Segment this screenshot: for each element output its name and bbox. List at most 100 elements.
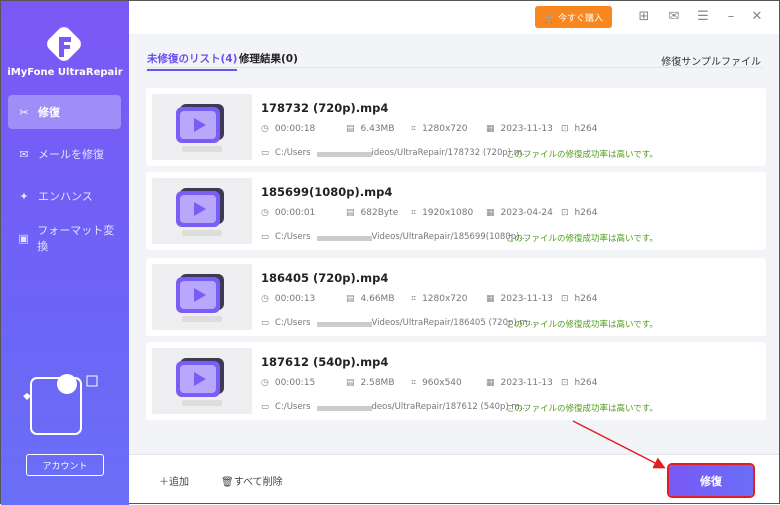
codec-icon: ⊡ xyxy=(561,378,569,388)
file-name: 186405 (720p).mp4 xyxy=(261,271,389,285)
file-size: ▤ 682Byte xyxy=(346,208,399,218)
sidebar-item-format-convert[interactable]: ▣ フォーマット変換 xyxy=(8,221,121,255)
clock-icon: ◷ xyxy=(261,124,269,134)
crop-icon: ⌗ xyxy=(411,378,417,388)
folder-icon: ▭ xyxy=(261,402,270,412)
plus-icon: ＋ xyxy=(159,477,169,488)
resolution: ⌗ 1280x720 xyxy=(411,124,468,134)
resolution: ⌗ 960x540 xyxy=(411,378,462,388)
video-thumbnail xyxy=(152,348,252,414)
calendar-icon: ▦ xyxy=(486,208,495,218)
date: ▦ 2023-04-24 xyxy=(486,208,553,218)
app-logo xyxy=(47,27,81,61)
duration: ◷ 00:00:15 xyxy=(261,378,316,388)
close-icon[interactable]: ✕ xyxy=(749,9,765,25)
codec: ⊡ h264 xyxy=(561,208,598,218)
duration: ◷ 00:00:01 xyxy=(261,208,316,218)
minimize-icon[interactable]: – xyxy=(723,9,739,25)
grid-icon[interactable]: ⊞ xyxy=(636,9,652,25)
buy-now-button[interactable]: 🛒 今すぐ購入 xyxy=(535,6,612,28)
sidebar-item-mail-repair[interactable]: ✉ メールを修復 xyxy=(8,137,121,171)
trash-icon: 🗑 xyxy=(221,477,234,488)
codec: ⊡ h264 xyxy=(561,378,598,388)
file-size: ▤ 2.58MB xyxy=(346,378,395,388)
codec: ⊡ h264 xyxy=(561,124,598,134)
file-icon: ▤ xyxy=(346,208,355,218)
file-path: ▭ C:/Users Videos/UltraRepair/185699(1080p… xyxy=(261,232,531,242)
add-button[interactable]: ＋追加 xyxy=(159,473,189,488)
folder-icon: ▭ xyxy=(261,318,270,328)
cart-icon: 🛒 xyxy=(543,13,559,24)
calendar-icon: ▦ xyxy=(486,378,495,388)
folder-icon: ▭ xyxy=(261,232,270,242)
sidebar-item-label: エンハンス xyxy=(38,190,93,203)
sidebar: iMyFone UltraRepair ✂ 修復 ✉ メールを修復 ✦ エンハンス ▣… xyxy=(1,1,129,505)
redacted xyxy=(316,322,372,327)
sample-files-link[interactable]: 修復サンプルファイル xyxy=(661,53,761,68)
resolution: ⌗ 1280x720 xyxy=(411,294,468,304)
tools-icon: ✂ xyxy=(19,105,29,119)
file-size: ▤ 4.66MB xyxy=(346,294,395,304)
tab-repair-results[interactable]: 修理結果(0) xyxy=(239,51,298,66)
file-path: ▭ C:/Users Videos/UltraRepair/186405 (720p… xyxy=(261,318,536,328)
folder-convert-icon: ▣ xyxy=(18,231,29,245)
file-card[interactable]: 178732 (720p).mp4 ◷ 00:00:18 ▤ 6.43MB ⌗ 128… xyxy=(146,88,766,166)
main-panel: 🛒 今すぐ購入 ⊞ ✉ ☰ – ✕ 未修復のリスト(4) 修理結果(0) 修復サ… xyxy=(129,1,779,503)
file-name: 187612 (540p).mp4 xyxy=(261,355,389,369)
magic-wand-icon: ✦ xyxy=(19,189,29,203)
date: ▦ 2023-11-13 xyxy=(486,124,553,134)
delete-all-button[interactable]: 🗑すべて削除 xyxy=(221,473,283,488)
video-thumbnail xyxy=(152,178,252,244)
file-name: 178732 (720p).mp4 xyxy=(261,101,389,115)
sidebar-item-label: フォーマット変換 xyxy=(37,224,115,253)
tab-bar: 未修復のリスト(4) 修理結果(0) 修復サンプルファイル xyxy=(129,34,779,86)
video-thumbnail xyxy=(152,94,252,160)
file-card[interactable]: 185699(1080p).mp4 ◷ 00:00:01 ▤ 682Byte ⌗ 19… xyxy=(146,172,766,250)
app-name: iMyFone UltraRepair xyxy=(7,67,123,78)
buy-label: 今すぐ購入 xyxy=(558,13,604,24)
account-button[interactable]: アカウント xyxy=(26,454,104,476)
date: ▦ 2023-11-13 xyxy=(486,294,553,304)
title-bar: 🛒 今すぐ購入 ⊞ ✉ ☰ – ✕ xyxy=(129,1,779,34)
codec: ⊡ h264 xyxy=(561,294,598,304)
status-text: このファイルの修復成功率は高いです。 xyxy=(506,404,658,414)
mail-icon[interactable]: ✉ xyxy=(666,9,682,25)
duration: ◷ 00:00:18 xyxy=(261,124,316,134)
add-label: 追加 xyxy=(169,477,189,488)
file-size: ▤ 6.43MB xyxy=(346,124,395,134)
sidebar-item-repair[interactable]: ✂ 修復 xyxy=(8,95,121,129)
calendar-icon: ▦ xyxy=(486,294,495,304)
menu-icon[interactable]: ☰ xyxy=(695,9,711,25)
codec-icon: ⊡ xyxy=(561,208,569,218)
calendar-icon: ▦ xyxy=(486,124,495,134)
delete-all-label: すべて削除 xyxy=(233,477,283,488)
codec-icon: ⊡ xyxy=(561,294,569,304)
file-path: ▭ C:/Users deos/UltraRepair/187612 (540p).… xyxy=(261,402,528,412)
sidebar-item-enhance[interactable]: ✦ エンハンス xyxy=(8,179,121,213)
codec-icon: ⊡ xyxy=(561,124,569,134)
mail-icon: ✉ xyxy=(19,147,29,161)
resolution: ⌗ 1920x1080 xyxy=(411,208,474,218)
bottom-bar: ＋追加 🗑すべて削除 修復 xyxy=(129,454,779,503)
file-card[interactable]: 187612 (540p).mp4 ◷ 00:00:15 ▤ 2.58MB ⌗ 960… xyxy=(146,342,766,420)
status-text: このファイルの修復成功率は高いです。 xyxy=(506,234,658,244)
sidebar-item-label: メールを修復 xyxy=(38,148,104,161)
file-path: ▭ C:/Users ideos/UltraRepair/178732 (720p)… xyxy=(261,148,531,158)
clock-icon: ◷ xyxy=(261,294,269,304)
file-icon: ▤ xyxy=(346,294,355,304)
support-illustration xyxy=(23,374,98,435)
redacted xyxy=(316,406,372,411)
file-name: 185699(1080p).mp4 xyxy=(261,185,393,199)
crop-icon: ⌗ xyxy=(411,124,417,134)
duration: ◷ 00:00:13 xyxy=(261,294,316,304)
file-card[interactable]: 186405 (720p).mp4 ◷ 00:00:13 ▤ 4.66MB ⌗ 128… xyxy=(146,258,766,336)
crop-icon: ⌗ xyxy=(411,208,417,218)
repair-button[interactable]: 修復 xyxy=(667,463,755,498)
folder-icon: ▭ xyxy=(261,148,270,158)
tab-unrepaired-list[interactable]: 未修復のリスト(4) xyxy=(147,51,238,71)
clock-icon: ◷ xyxy=(261,208,269,218)
date: ▦ 2023-11-13 xyxy=(486,378,553,388)
clock-icon: ◷ xyxy=(261,378,269,388)
sidebar-item-label: 修復 xyxy=(38,106,60,119)
file-icon: ▤ xyxy=(346,124,355,134)
